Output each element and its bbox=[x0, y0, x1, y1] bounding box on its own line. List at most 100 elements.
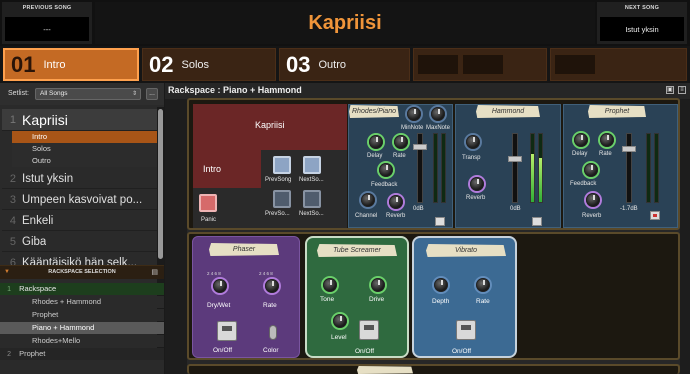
menu-icon[interactable]: ≡ bbox=[678, 86, 686, 94]
prev-part-label: PrevSo... bbox=[265, 211, 290, 217]
phaser-color-label: Color bbox=[263, 347, 279, 354]
next-song-box[interactable]: NEXT SONG Istut yksin bbox=[597, 2, 687, 44]
delay-knob[interactable] bbox=[369, 135, 383, 149]
rhodes-volume-fader[interactable] bbox=[413, 133, 427, 203]
song-name-display: Kapriisi bbox=[193, 104, 347, 150]
min-note-knob[interactable] bbox=[407, 107, 421, 121]
hammond-volume-fader[interactable] bbox=[508, 133, 522, 203]
phaser-on-off-toggle[interactable] bbox=[217, 321, 237, 341]
transpose-knob[interactable] bbox=[466, 135, 480, 149]
prophet-volume-fader[interactable] bbox=[622, 133, 636, 203]
setlist-row: Setlist: All Songs ⇕ ... bbox=[0, 83, 164, 105]
tube-screamer-on-off-label: On/Off bbox=[355, 348, 375, 355]
vibrato-panel: Vibrato Depth Rate On/Off bbox=[412, 236, 517, 358]
prev-part-button[interactable] bbox=[273, 190, 291, 208]
scale-mark: 2 4 6 8 bbox=[259, 271, 273, 276]
song-number: 3 bbox=[9, 193, 16, 206]
song-parts-bar: 01 Intro 02 Solos 03 Outro bbox=[0, 46, 690, 83]
next-part-button[interactable] bbox=[303, 190, 321, 208]
depth-knob[interactable] bbox=[434, 278, 448, 292]
rackspace-canvas: Kapriisi Intro Panic PrevSong NextSo... … bbox=[187, 98, 680, 374]
current-song-title-box: Kapriisi bbox=[95, 2, 595, 44]
setlist-select-value: All Songs bbox=[40, 90, 68, 97]
fader-cap[interactable] bbox=[622, 146, 636, 152]
panic-button[interactable] bbox=[199, 194, 217, 212]
save-icon[interactable]: ▣ bbox=[666, 86, 674, 94]
song-row-1[interactable]: 1 Kapriisi bbox=[2, 109, 157, 131]
rackspace-selection-header[interactable]: ▼ RACKSPACE SELECTION ▤ bbox=[0, 265, 164, 279]
next-song-button[interactable] bbox=[303, 156, 321, 174]
rack-group-rackspace[interactable]: 1 Rackspace bbox=[0, 283, 164, 295]
song-part-row-outro[interactable]: Outro bbox=[12, 155, 157, 167]
setlist-select[interactable]: All Songs ⇕ bbox=[35, 88, 141, 100]
hammond-mute-button[interactable] bbox=[532, 217, 542, 226]
rack-variation-rhodes-hammond[interactable]: Rhodes + Hammond bbox=[0, 296, 164, 308]
scrollbar-thumb[interactable] bbox=[158, 109, 163, 259]
part-button-empty-5[interactable] bbox=[550, 48, 687, 81]
tone-knob[interactable] bbox=[323, 278, 337, 292]
rackspace-header: Rackspace : Piano + Hammond ▣ ≡ bbox=[165, 83, 690, 99]
rhodes-mute-button[interactable] bbox=[435, 217, 445, 226]
rack-name: Prophet bbox=[19, 349, 46, 358]
prophet-mute-button[interactable] bbox=[650, 211, 660, 220]
part-button-intro[interactable]: 01 Intro bbox=[3, 48, 139, 81]
part-label: Solos bbox=[181, 58, 210, 71]
part-number: 01 bbox=[11, 51, 36, 77]
song-row-2[interactable]: 2 Istut yksin bbox=[2, 169, 157, 189]
part-button-solos[interactable]: 02 Solos bbox=[142, 48, 276, 81]
hammond-level-meter-left bbox=[530, 133, 535, 203]
vibrato-rate-label: Rate bbox=[476, 298, 490, 305]
prev-song-button[interactable] bbox=[273, 156, 291, 174]
feedback-label: Feedback bbox=[371, 182, 398, 188]
part-button-outro[interactable]: 03 Outro bbox=[279, 48, 410, 81]
max-note-knob[interactable] bbox=[431, 107, 445, 121]
rack-group-prophet[interactable]: 2 Prophet bbox=[0, 348, 164, 360]
song-row-4[interactable]: 4 Enkeli bbox=[2, 211, 157, 231]
part-name-text: Intro bbox=[203, 164, 222, 174]
rate-label: Rate bbox=[393, 153, 406, 159]
prophet-tape-label: Prophet bbox=[588, 105, 646, 118]
feedback-knob[interactable] bbox=[379, 163, 393, 177]
rhodes-piano-panel: Rhodes/Piano MinNote MaxNote Delay Rate … bbox=[348, 104, 453, 228]
lock-icon[interactable]: ▤ bbox=[151, 268, 158, 276]
channel-knob[interactable] bbox=[361, 193, 375, 207]
part-button-empty-4[interactable] bbox=[413, 48, 547, 81]
rack-variation-piano-hammond[interactable]: Piano + Hammond bbox=[0, 322, 164, 334]
fader-cap[interactable] bbox=[508, 156, 522, 162]
level-knob[interactable] bbox=[333, 314, 347, 328]
song-part-row-solos[interactable]: Solos bbox=[12, 143, 157, 155]
dry-wet-knob[interactable] bbox=[213, 279, 227, 293]
level-label: Level bbox=[331, 334, 347, 341]
rate-knob[interactable] bbox=[394, 135, 408, 149]
song-row-3[interactable]: 3 Umpeen kasvoivat po... bbox=[2, 190, 157, 210]
additional-rack-tape bbox=[357, 366, 413, 374]
vibrato-rate-knob[interactable] bbox=[476, 278, 490, 292]
hammond-reverb-knob[interactable] bbox=[470, 177, 484, 191]
prophet-reverb-knob[interactable] bbox=[586, 193, 600, 207]
tube-screamer-on-off-toggle[interactable] bbox=[359, 320, 379, 340]
prophet-delay-knob[interactable] bbox=[574, 133, 588, 147]
rack-variation-rhodes-mello[interactable]: Rhodes+Mello bbox=[0, 335, 164, 347]
drive-knob[interactable] bbox=[371, 278, 385, 292]
song-row-5[interactable]: 5 Giba bbox=[2, 232, 157, 252]
song-part-row-intro[interactable]: Intro bbox=[12, 131, 157, 143]
phaser-tape-label: Phaser bbox=[209, 243, 279, 256]
chevron-updown-icon: ⇕ bbox=[131, 91, 137, 97]
rack-variation-prophet[interactable]: Prophet bbox=[0, 309, 164, 321]
setlist-more-button[interactable]: ... bbox=[146, 88, 158, 100]
vibrato-on-off-toggle[interactable] bbox=[456, 320, 476, 340]
phaser-color-switch[interactable] bbox=[269, 325, 277, 340]
next-song-value[interactable]: Istut yksin bbox=[600, 17, 684, 41]
hammond-panel: Hammond Transp Reverb 0dB bbox=[455, 104, 561, 228]
prophet-feedback-knob[interactable] bbox=[584, 163, 598, 177]
delay-label: Delay bbox=[367, 153, 383, 159]
rhodes-level-meter-right bbox=[441, 133, 446, 203]
phaser-rate-knob[interactable] bbox=[265, 279, 279, 293]
prophet-rate-knob[interactable] bbox=[600, 133, 614, 147]
reverb-knob[interactable] bbox=[389, 195, 403, 209]
rackspace-title: Rackspace : Piano + Hammond bbox=[168, 85, 302, 95]
fader-cap[interactable] bbox=[413, 144, 427, 150]
previous-song-box[interactable]: PREVIOUS SONG --- bbox=[2, 2, 92, 44]
part-label: Outro bbox=[318, 58, 346, 71]
previous-song-value[interactable]: --- bbox=[5, 17, 89, 41]
